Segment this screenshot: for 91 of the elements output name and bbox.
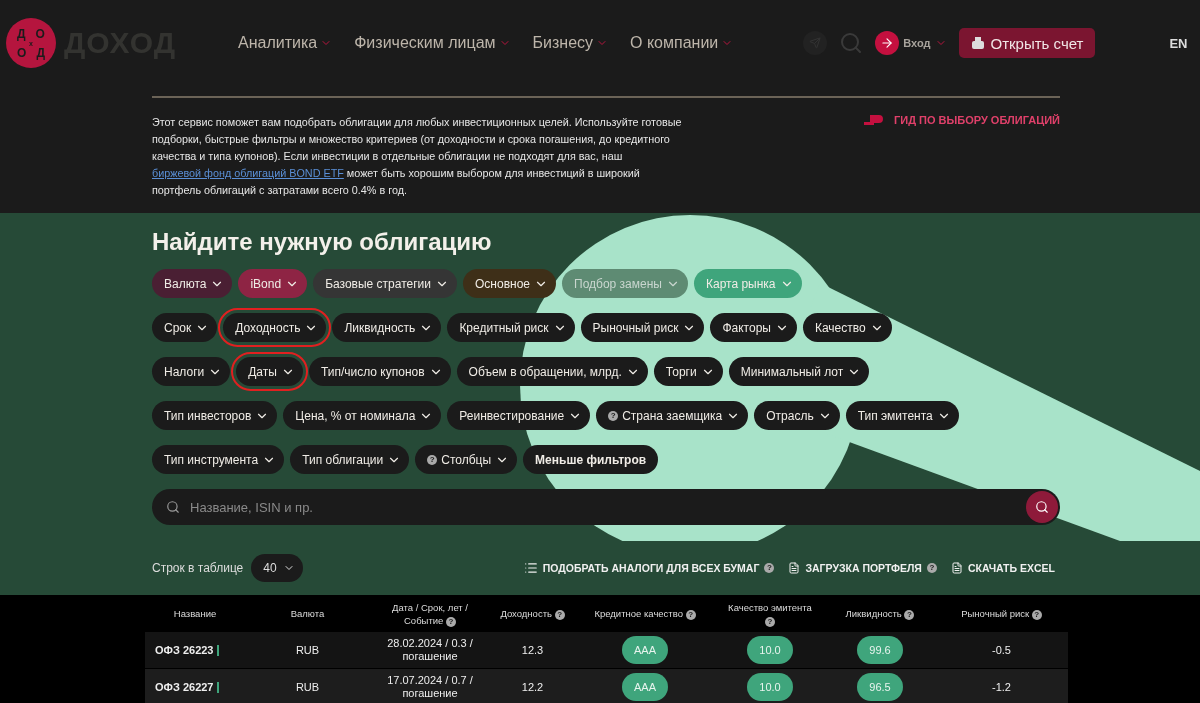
filter-chip[interactable]: Минимальный лот <box>728 357 870 386</box>
filter-chip[interactable]: Торги <box>653 357 723 386</box>
table-cell: 28.02.2024 / 0.3 / погашение <box>370 632 490 668</box>
rows-label: Строк в таблице <box>152 561 244 575</box>
login-link[interactable]: Вход <box>875 31 947 55</box>
language-link[interactable]: EN <box>1169 35 1188 51</box>
filter-chip[interactable]: Тип облигации <box>290 445 410 474</box>
rating-badge: AAA <box>622 673 668 701</box>
rating-badge: 10.0 <box>747 673 793 701</box>
filter-chip[interactable]: Ликвидность <box>332 313 442 342</box>
column-header[interactable]: Доходность ? <box>500 607 565 620</box>
column-header[interactable]: Название <box>173 607 217 620</box>
filter-chip[interactable]: Тип инвесторов <box>152 401 278 430</box>
table-cell: RUB <box>245 669 370 703</box>
column-header[interactable]: Рыночный риск ? <box>961 607 1042 620</box>
column-header[interactable]: Валюта <box>290 607 325 620</box>
nav-link[interactable]: Аналитика <box>238 34 333 52</box>
filter-chip[interactable]: Основное <box>463 269 556 298</box>
table-cell: 12.2 <box>490 669 575 703</box>
help-icon: ? <box>1031 610 1042 620</box>
filter-chip[interactable]: ? Страна заемщика <box>596 401 749 430</box>
guide-link[interactable]: ГИД ПО ВЫБОРУ ОБЛИГАЦИЙ <box>864 114 1060 213</box>
nav-link[interactable]: О компании <box>630 34 734 52</box>
filter-chip[interactable]: Объем в обращении, млрд. <box>456 357 648 386</box>
filter-chip[interactable]: Тип эмитента <box>845 401 959 430</box>
help-icon: ? <box>904 610 915 620</box>
table-cell: RUB <box>245 632 370 668</box>
open-account-button[interactable]: Открыть счет <box>958 28 1096 58</box>
rating-badge: 96.5 <box>857 673 903 701</box>
column-header[interactable]: Качество эмитента ? <box>725 600 815 627</box>
search-button[interactable] <box>1026 491 1058 523</box>
help-icon: ? <box>608 410 619 421</box>
filter-chip[interactable]: Цена, % от номинала <box>283 401 442 430</box>
table-cell: ОФЗ 26223 <box>145 632 245 668</box>
help-icon: ? <box>446 616 456 627</box>
filter-chip[interactable]: Качество <box>802 313 892 342</box>
filter-chip[interactable]: Тип инструмента <box>152 445 285 474</box>
filter-chip[interactable]: ? Столбцы <box>415 445 518 474</box>
table-cell: 17.07.2024 / 0.7 / погашение <box>370 669 490 703</box>
filter-chip[interactable]: Налоги <box>152 357 231 386</box>
filter-chip[interactable]: Базовые стратегии <box>313 269 458 298</box>
help-icon: ? <box>554 610 565 620</box>
rows-select[interactable]: 40 <box>251 554 303 582</box>
search-icon <box>166 500 180 514</box>
filter-chip[interactable]: Факторы <box>710 313 797 342</box>
table-cell: ОФЗ 26227 <box>145 669 245 703</box>
toolbar-link[interactable]: СКАЧАТЬ EXCEL <box>950 561 1055 575</box>
logo-letter: О <box>35 27 45 40</box>
search-icon[interactable] <box>839 31 864 55</box>
toggle-button[interactable]: Меньше фильтров <box>523 445 659 474</box>
rating-badge: 10.0 <box>747 636 793 664</box>
table-cell: 12.3 <box>490 632 575 668</box>
logo-letter: Д <box>17 27 26 40</box>
logo-letter: Д <box>36 46 45 59</box>
toolbar-link[interactable]: ПОДОБРАТЬ АНАЛОГИ ДЛЯ ВСЕХ БУМАГ ? <box>523 561 775 575</box>
help-icon: ? <box>685 610 696 620</box>
column-header[interactable]: Ликвидность ? <box>845 607 915 620</box>
finder-title: Найдите нужную облигацию <box>152 227 493 257</box>
nav-link[interactable]: Бизнесу <box>532 34 609 52</box>
intro-paragraph: Этот сервис поможет вам подобрать облигации для любых инвестиционных целей. Используйте готовые подборки, быстрые фильтры и множество критериев (от доходности и срока погашения, до кредитного качества и типа купонов). Если инвестиции в отдельные облигации не подходят для вас, наш биржевой фонд облигаций BOND ETF может быть хорошим выбором для инвестиций в широкий портфель облигаций с затратами всего 0.4% в год. <box>152 115 682 198</box>
rating-badge: AAA <box>622 636 668 664</box>
etf-link[interactable]: биржевой фонд облигаций BOND ETF <box>152 167 344 179</box>
toolbar-link[interactable]: ЗАГРУЗКА ПОРТФЕЛЯ ? <box>788 561 937 575</box>
help-icon: ? <box>427 454 438 465</box>
help-icon: ? <box>765 616 775 627</box>
filter-chip[interactable]: Отрасль <box>754 401 840 430</box>
filter-chip[interactable]: Валюта <box>152 269 233 298</box>
filter-chip[interactable]: Срок <box>152 313 218 342</box>
table-cell: -0.5 <box>935 632 1068 668</box>
search-input[interactable]: Название, ISIN и пр. <box>188 498 1018 516</box>
send-icon[interactable] <box>803 31 828 55</box>
search-icon <box>1035 500 1049 514</box>
column-header[interactable]: Дата / Срок, лет / Событие ? <box>380 600 480 627</box>
help-icon: ? <box>764 563 775 573</box>
rating-badge: 99.6 <box>857 636 903 664</box>
logo-letter: О <box>17 46 27 59</box>
search-field[interactable]: Название, ISIN и пр. <box>152 489 1060 525</box>
filter-chip[interactable]: Рыночный риск <box>580 313 705 342</box>
list-icon <box>523 561 538 575</box>
filter-chip[interactable]: iBond <box>238 269 308 298</box>
document-icon <box>950 562 963 574</box>
wallet-icon <box>970 36 985 50</box>
nav-link[interactable]: Физическим лицам <box>354 34 511 52</box>
document-icon <box>788 562 801 574</box>
filter-chip[interactable]: Кредитный риск <box>447 313 575 342</box>
arrow-right-icon <box>875 31 900 55</box>
filter-chip[interactable]: Тип/число купонов <box>308 357 451 386</box>
filter-chip[interactable]: Реинвестирование <box>447 401 591 430</box>
table-cell: -1.2 <box>935 669 1068 703</box>
help-icon: ? <box>926 563 937 573</box>
column-header[interactable]: Кредитное качество ? <box>594 607 696 620</box>
